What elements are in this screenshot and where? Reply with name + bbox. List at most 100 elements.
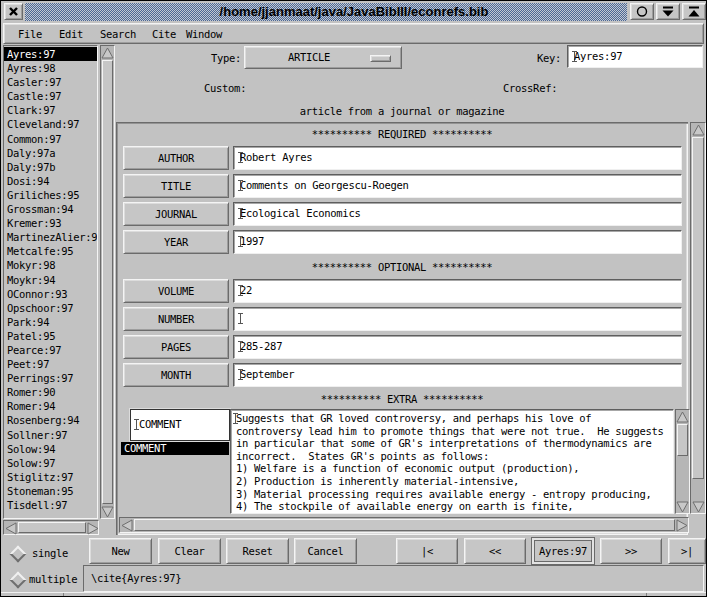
list-item[interactable]: Romer:90 (4, 385, 97, 399)
list-item[interactable]: Perrings:97 (4, 371, 97, 385)
list-item[interactable]: Griliches:95 (4, 188, 97, 202)
list-item[interactable]: Stoneman:95 (4, 484, 97, 498)
list-item[interactable]: Tisdell:97 (4, 498, 97, 512)
list-item[interactable]: Ayres:98 (4, 61, 97, 75)
menu-window[interactable]: Window (186, 28, 222, 40)
year-label-button[interactable]: YEAR (123, 230, 229, 254)
cancel-button[interactable]: Cancel (294, 538, 357, 564)
author-label-button[interactable]: AUTHOR (123, 146, 229, 170)
list-item[interactable]: Daly:97b (4, 160, 97, 174)
pages-input[interactable]: 285-287 (233, 335, 682, 359)
list-item[interactable]: Rosenberg:94 (4, 413, 97, 427)
menu-cite[interactable]: Cite (152, 28, 176, 40)
comment-text-line: 1) Welfare is a function of economic out… (236, 462, 664, 475)
journal-input[interactable]: Ecological Economics (233, 202, 682, 226)
nav-first-button[interactable]: |< (396, 538, 458, 564)
scroll-up-icon[interactable] (101, 47, 114, 59)
scroll-left-icon[interactable] (121, 519, 134, 531)
new-button[interactable]: New (89, 538, 152, 564)
sidebar-vscroll-thumb[interactable] (102, 60, 113, 504)
scroll-right-icon[interactable] (87, 522, 100, 534)
list-item[interactable]: Cleveland:97 (4, 117, 97, 131)
scroll-down-icon[interactable] (101, 506, 114, 518)
list-item[interactable]: Metcalfe:95 (4, 244, 97, 258)
single-radio[interactable] (10, 546, 27, 563)
scroll-up-icon[interactable] (692, 124, 705, 136)
list-item[interactable]: OConnor:93 (4, 287, 97, 301)
year-input[interactable]: 1997 (233, 230, 682, 254)
list-item[interactable]: Sollner:97 (4, 428, 97, 442)
main-vscrollbar[interactable] (690, 122, 706, 514)
list-item[interactable]: Daly:97a (4, 146, 97, 160)
list-item[interactable]: Patel:95 (4, 329, 97, 343)
number-label-button[interactable]: NUMBER (123, 307, 229, 331)
extra-field-list-item[interactable]: COMMENT (121, 442, 229, 455)
sidebar-hscroll-thumb[interactable] (18, 522, 86, 533)
list-item[interactable]: Peet:97 (4, 357, 97, 371)
multiple-radio[interactable] (10, 572, 27, 589)
list-item[interactable]: Casler:97 (4, 75, 97, 89)
panel-hscroll-thumb[interactable] (134, 519, 675, 531)
list-item[interactable]: Mokyr:98 (4, 258, 97, 272)
list-item[interactable]: Opschoor:97 (4, 301, 97, 315)
pages-label-button[interactable]: PAGES (123, 335, 229, 359)
month-label-button[interactable]: MONTH (123, 363, 229, 387)
comment-textarea[interactable]: Suggests that GR loved controversy, and … (230, 409, 674, 514)
window-titlebar[interactable]: /home/jjanmaat/java/JavaBibIII/econrefs.… (25, 3, 627, 21)
extra-field-name-input[interactable]: COMMENT (130, 409, 230, 441)
volume-label-button[interactable]: VOLUME (123, 279, 229, 303)
author-input[interactable]: Robert Ayres (233, 146, 682, 170)
single-radio-label[interactable]: single (32, 547, 68, 559)
panel-hscrollbar[interactable] (119, 517, 689, 533)
window-close-button[interactable] (4, 3, 23, 20)
list-item[interactable]: Castle:97 (4, 89, 97, 103)
list-item[interactable]: Common:97 (4, 132, 97, 146)
list-item[interactable]: Dosi:94 (4, 174, 97, 188)
nav-current-key-field[interactable]: Ayres:97 (532, 538, 594, 564)
window-iconify-button[interactable] (656, 3, 680, 20)
menu-file[interactable]: File (18, 28, 42, 40)
reset-button[interactable]: Reset (226, 538, 289, 564)
number-input[interactable] (233, 307, 682, 331)
list-item[interactable]: Kremer:93 (4, 216, 97, 230)
list-item[interactable]: Pearce:97 (4, 343, 97, 357)
scroll-down-icon[interactable] (692, 501, 705, 513)
nav-next-button[interactable]: >> (600, 538, 662, 564)
journal-label-button[interactable]: JOURNAL (123, 202, 229, 226)
list-item[interactable]: Park:94 (4, 315, 97, 329)
month-input[interactable]: September (233, 363, 682, 387)
scroll-up-icon[interactable] (676, 411, 689, 423)
nav-prev-button[interactable]: << (464, 538, 526, 564)
menu-edit[interactable]: Edit (59, 28, 83, 40)
key-input[interactable]: Ayres:97 (567, 45, 703, 68)
list-item[interactable]: MartinezAlier:9 (4, 230, 97, 244)
window-maximize-button[interactable] (682, 3, 706, 20)
list-item[interactable]: Solow:94 (4, 442, 97, 456)
clear-button[interactable]: Clear (158, 538, 221, 564)
list-item[interactable]: Romer:94 (4, 399, 97, 413)
multiple-radio-label[interactable]: multiple (29, 573, 77, 585)
main-vscroll-thumb[interactable] (692, 137, 704, 479)
sidebar-vscrollbar[interactable] (100, 45, 115, 519)
window-menu-button[interactable] (630, 3, 654, 20)
scroll-left-icon[interactable] (5, 522, 18, 534)
title-label-button[interactable]: TITLE (123, 174, 229, 198)
sidebar-hscrollbar[interactable] (3, 520, 99, 535)
list-item[interactable]: Ayres:97 (4, 47, 97, 61)
menu-search[interactable]: Search (100, 28, 136, 40)
list-item[interactable]: Moykr:94 (4, 273, 97, 287)
list-item[interactable]: Stiglitz:97 (4, 470, 97, 484)
cite-output-field[interactable]: \cite{Ayres:97} (83, 565, 704, 592)
list-item[interactable]: Clark:97 (4, 103, 97, 117)
volume-input[interactable]: 22 (233, 279, 682, 303)
scroll-down-icon[interactable] (676, 501, 689, 513)
list-item[interactable]: Grossman:94 (4, 202, 97, 216)
required-section-header: ********** REQUIRED ********** (116, 128, 688, 140)
scroll-right-icon[interactable] (676, 519, 689, 531)
type-option-menu[interactable]: ARTICLE (244, 46, 402, 69)
textarea-vscroll-thumb[interactable] (677, 424, 688, 456)
textarea-vscrollbar[interactable] (675, 409, 690, 514)
title-input[interactable]: Comments on Georgescu-Roegen (233, 174, 682, 198)
nav-last-button[interactable]: >| (668, 538, 706, 564)
list-item[interactable]: Solow:97 (4, 456, 97, 470)
